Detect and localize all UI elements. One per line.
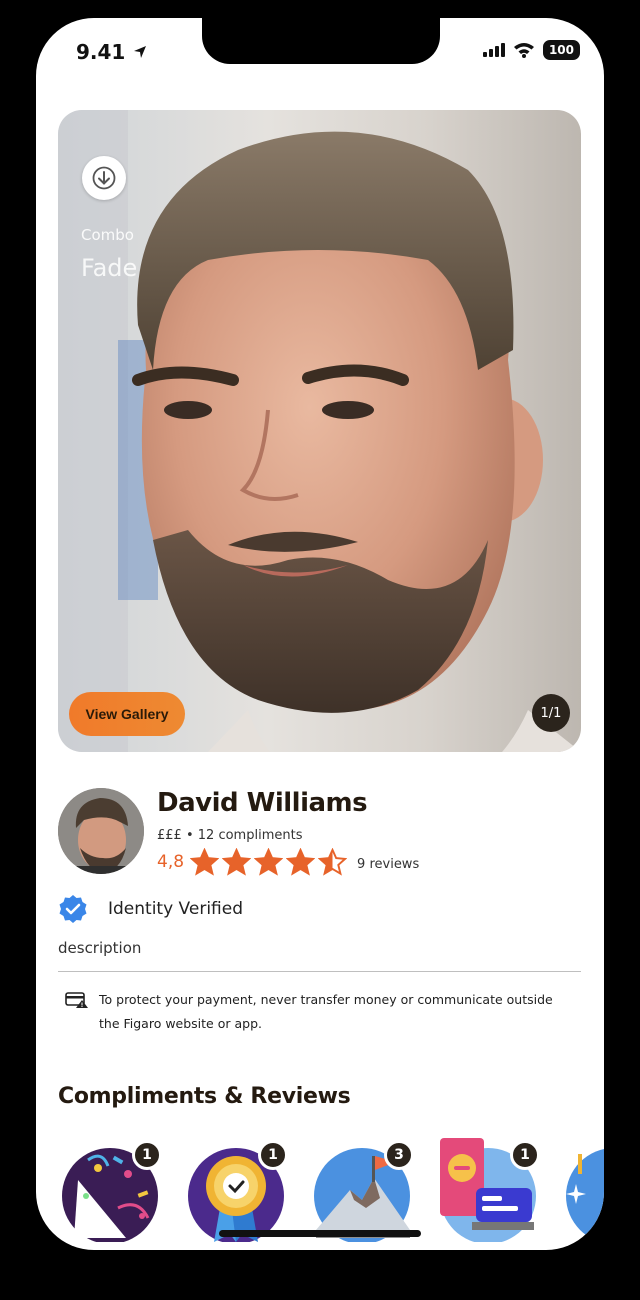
star-icon [286, 848, 316, 876]
payment-notice: To protect your payment, never transfer … [65, 988, 575, 1036]
signal-icon [482, 43, 505, 57]
avatar-image [58, 788, 144, 874]
star-icon [222, 848, 252, 876]
phone-screen: 9.41 100 Combo Fade View Gallery 1/1 Dav… [36, 18, 604, 1250]
star-icon [254, 848, 284, 876]
star-rating [190, 848, 348, 876]
status-time-text: 9.41 [76, 40, 126, 64]
location-arrow-icon [134, 46, 147, 58]
portrait-image [58, 110, 581, 752]
profile-meta: £££ • 12 compliments [157, 828, 302, 843]
divider [58, 971, 581, 972]
hero-photo[interactable]: Combo Fade View Gallery 1/1 [58, 110, 581, 752]
badge-count: 1 [132, 1140, 162, 1170]
arrow-down-icon [92, 166, 116, 190]
battery-indicator: 100 [542, 40, 580, 60]
view-gallery-button[interactable]: View Gallery [69, 692, 185, 736]
home-indicator [219, 1230, 421, 1237]
price-level: £££ [157, 828, 182, 843]
badge-partial[interactable] [562, 1138, 604, 1243]
description: description [58, 939, 142, 957]
card-warning-icon [65, 992, 88, 1008]
star-icon [190, 848, 220, 876]
verified-badge-icon [59, 895, 87, 923]
badge-mountain[interactable]: 3 [310, 1138, 414, 1244]
wifi-icon [513, 43, 534, 58]
badge-count: 1 [510, 1140, 540, 1170]
verified-label: Identity Verified [108, 899, 243, 919]
notice-text: To protect your payment, never transfer … [99, 992, 553, 1031]
meta-separator: • [185, 828, 198, 843]
status-icons: 100 [482, 40, 580, 60]
download-button[interactable] [82, 156, 126, 200]
star-icon [318, 848, 348, 876]
identity-verified: Identity Verified [58, 894, 243, 924]
badge-medal[interactable]: 1 [184, 1138, 288, 1244]
notch [202, 18, 440, 64]
reviews-count[interactable]: 9 reviews [357, 857, 419, 872]
badge-party[interactable]: 1 [58, 1138, 162, 1244]
rating-value: 4,8 [157, 852, 185, 872]
style-category: Combo [81, 226, 134, 244]
section-title: Compliments & Reviews [58, 1084, 351, 1109]
rating-row[interactable]: 4,8 9 reviews [157, 848, 419, 876]
compliments-count: 12 compliments [197, 828, 303, 843]
status-time: 9.41 [76, 40, 148, 64]
avatar[interactable] [58, 788, 144, 874]
badge-count: 3 [384, 1140, 414, 1170]
sparkle-badge-icon [566, 1149, 604, 1243]
image-counter: 1/1 [532, 694, 570, 732]
barber-name: David Williams [157, 788, 368, 818]
badge-grooming[interactable]: 1 [436, 1138, 540, 1244]
style-name: Fade [81, 254, 138, 282]
badge-count: 1 [258, 1140, 288, 1170]
